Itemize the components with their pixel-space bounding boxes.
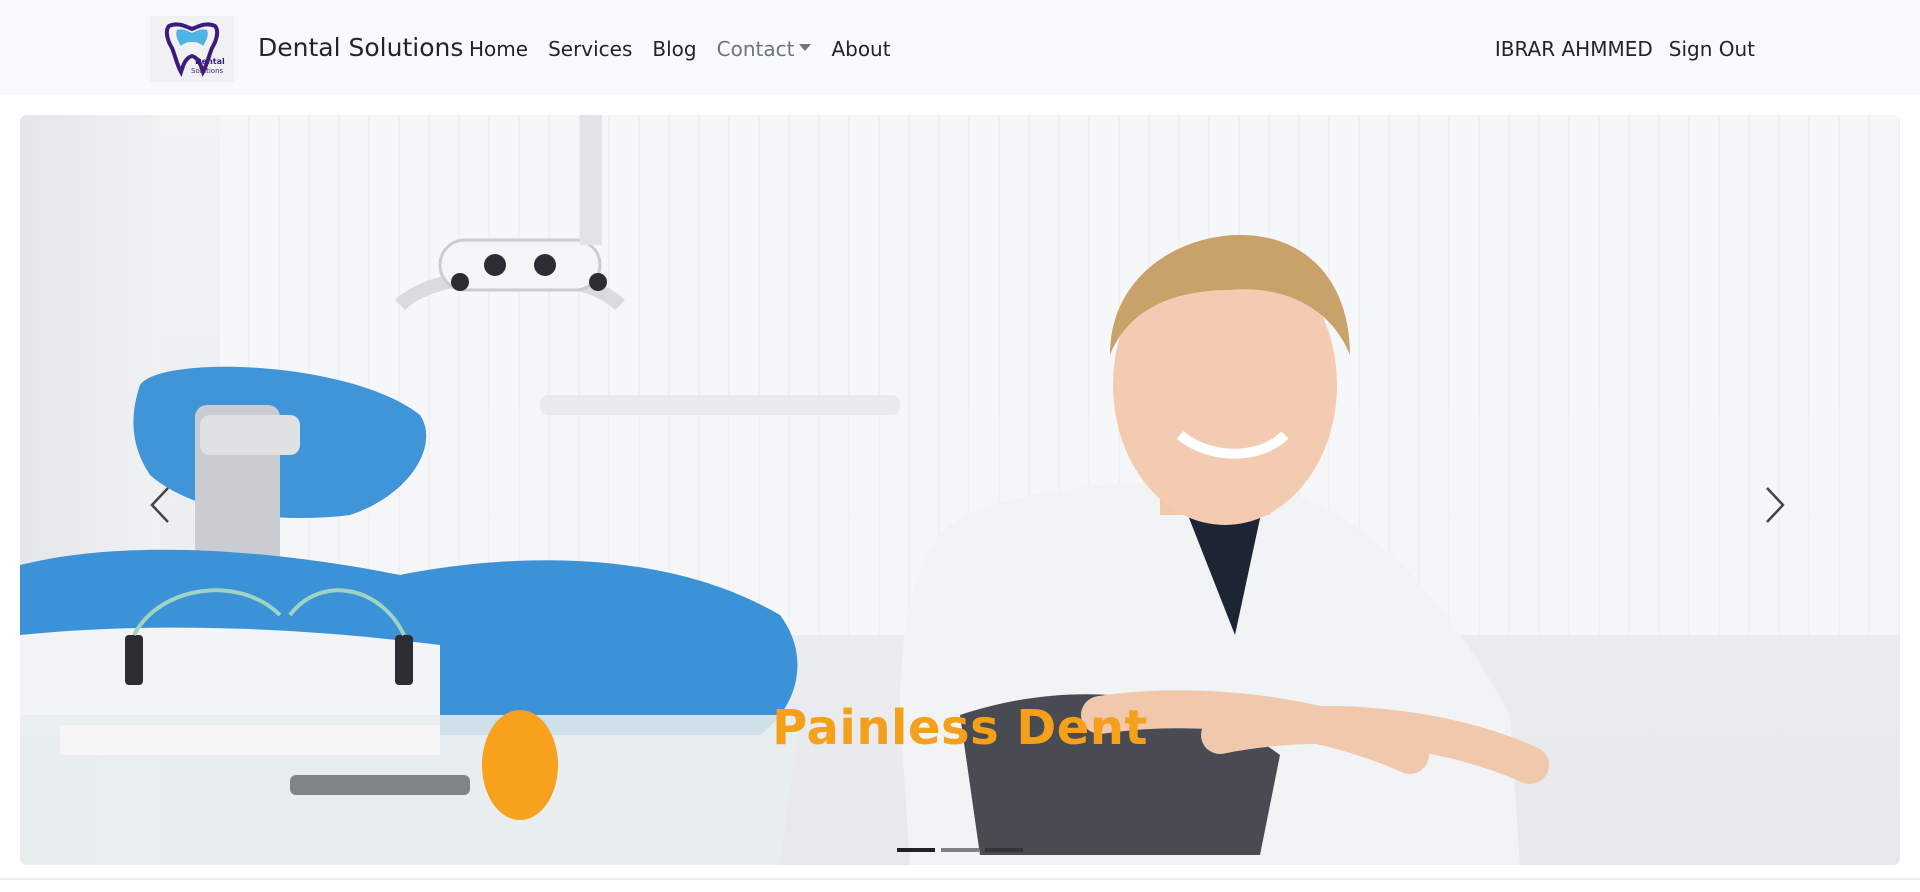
carousel-next-button[interactable] <box>1745 465 1805 545</box>
equipment-arm <box>540 395 900 415</box>
dental-chair <box>20 366 798 735</box>
carousel-indicator-3[interactable] <box>985 848 1023 852</box>
carousel-indicator-2[interactable] <box>941 848 979 852</box>
chevron-left-icon <box>150 487 169 523</box>
nav-link-contact-label: Contact <box>716 37 795 61</box>
tooth-logo-icon: Dental Solutions <box>164 22 225 77</box>
carousel-indicators <box>20 848 1900 852</box>
nav-link-contact-dropdown[interactable]: Contact <box>717 35 812 63</box>
top-navbar: Dental Solutions Dental Solutions Home S… <box>0 0 1920 95</box>
carousel-indicator-1[interactable] <box>897 848 935 852</box>
brand-logo[interactable]: Dental Solutions <box>150 16 234 82</box>
dental-lamp <box>395 115 625 311</box>
chevron-right-icon <box>1766 487 1785 523</box>
caret-down-icon <box>799 43 812 51</box>
sign-out-link[interactable]: Sign Out <box>1669 35 1755 63</box>
carousel-prev-button[interactable] <box>130 465 190 545</box>
dentist <box>900 235 1549 865</box>
hero-carousel: Painless Dent <box>20 115 1900 865</box>
brand-name[interactable]: Dental Solutions <box>258 33 463 63</box>
section-divider <box>0 878 1920 880</box>
logo-text-top: Dental <box>195 57 225 66</box>
slide-caption: Painless Dent <box>772 700 1148 756</box>
nav-links: Home Services Blog Contact About <box>469 35 911 63</box>
nav-link-blog[interactable]: Blog <box>652 35 696 63</box>
nav-link-services[interactable]: Services <box>548 35 632 63</box>
nav-right: IBRAR AHMMED Sign Out <box>1495 35 1755 63</box>
user-name[interactable]: IBRAR AHMMED <box>1495 35 1653 63</box>
nav-link-home[interactable]: Home <box>469 35 528 63</box>
logo-text-bottom: Solutions <box>191 67 224 75</box>
nav-link-about[interactable]: About <box>831 35 890 63</box>
